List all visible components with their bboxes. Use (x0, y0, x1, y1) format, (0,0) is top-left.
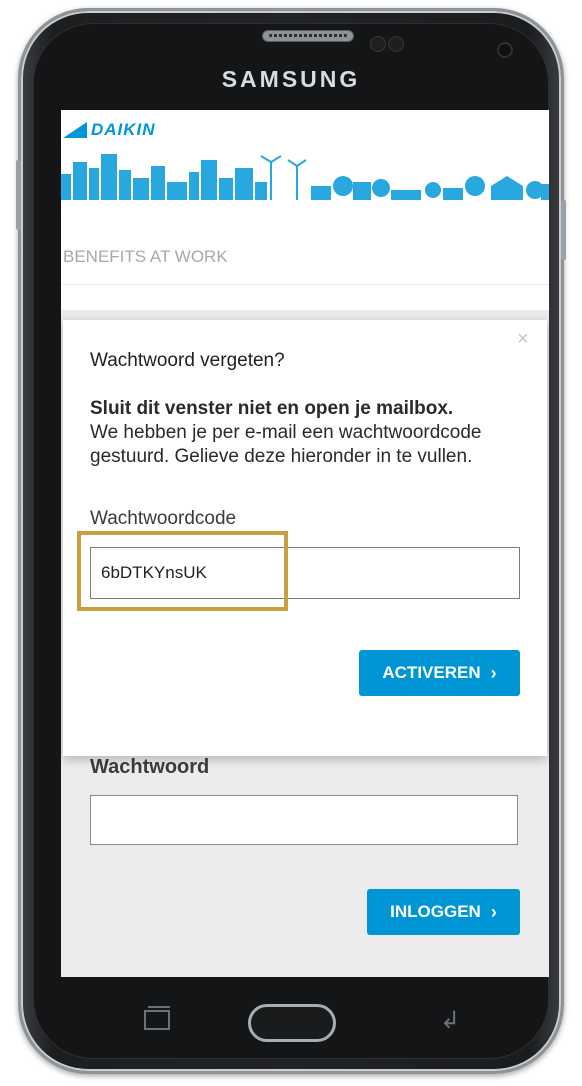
password-code-label: Wachtwoordcode (90, 508, 237, 529)
dialog-title: Wachtwoord vergeten? (90, 350, 285, 371)
phone-screen: DAIKIN BENEFITS AT WORK Wachtwoord INLOG… (61, 110, 549, 977)
daikin-logo[interactable]: DAIKIN (63, 120, 156, 140)
login-button[interactable]: INLOGGEN › (367, 889, 520, 935)
divider (61, 284, 549, 285)
forgot-password-dialog: × Wachtwoord vergeten? Sluit dit venster… (63, 320, 547, 756)
back-arrow-icon[interactable]: ↲ (440, 1006, 460, 1035)
site-tagline: BENEFITS AT WORK (63, 247, 228, 266)
activate-button[interactable]: ACTIVEREN › (359, 650, 520, 696)
dialog-instruction-bold: Sluit dit venster niet en open je mailbo… (90, 398, 454, 419)
city-skyline-banner (61, 154, 549, 200)
login-button-label: INLOGGEN (390, 902, 481, 921)
activate-button-label: ACTIVEREN (382, 663, 481, 682)
front-camera-icon (497, 42, 513, 58)
dialog-message: Sluit dit venster niet en open je mailbo… (90, 397, 520, 469)
light-sensor (388, 36, 404, 52)
home-button[interactable] (248, 1004, 336, 1042)
daikin-logo-mark-icon (63, 122, 87, 138)
volume-button (16, 160, 21, 230)
code-highlight-box (77, 531, 288, 611)
logo-text: DAIKIN (91, 120, 156, 139)
password-label: Wachtwoord (90, 756, 210, 778)
chevron-right-icon: › (490, 901, 497, 922)
device-brand: SAMSUNG (221, 66, 361, 92)
power-button (561, 200, 566, 260)
password-field[interactable] (90, 795, 518, 845)
recent-apps-icon[interactable] (144, 1006, 170, 1030)
close-icon[interactable]: × (517, 328, 529, 351)
proximity-sensor (370, 36, 386, 52)
chevron-right-icon: › (490, 662, 497, 683)
dialog-instruction-text: We hebben je per e-mail een wachtwoordco… (90, 422, 482, 467)
earpiece-speaker (262, 30, 354, 42)
